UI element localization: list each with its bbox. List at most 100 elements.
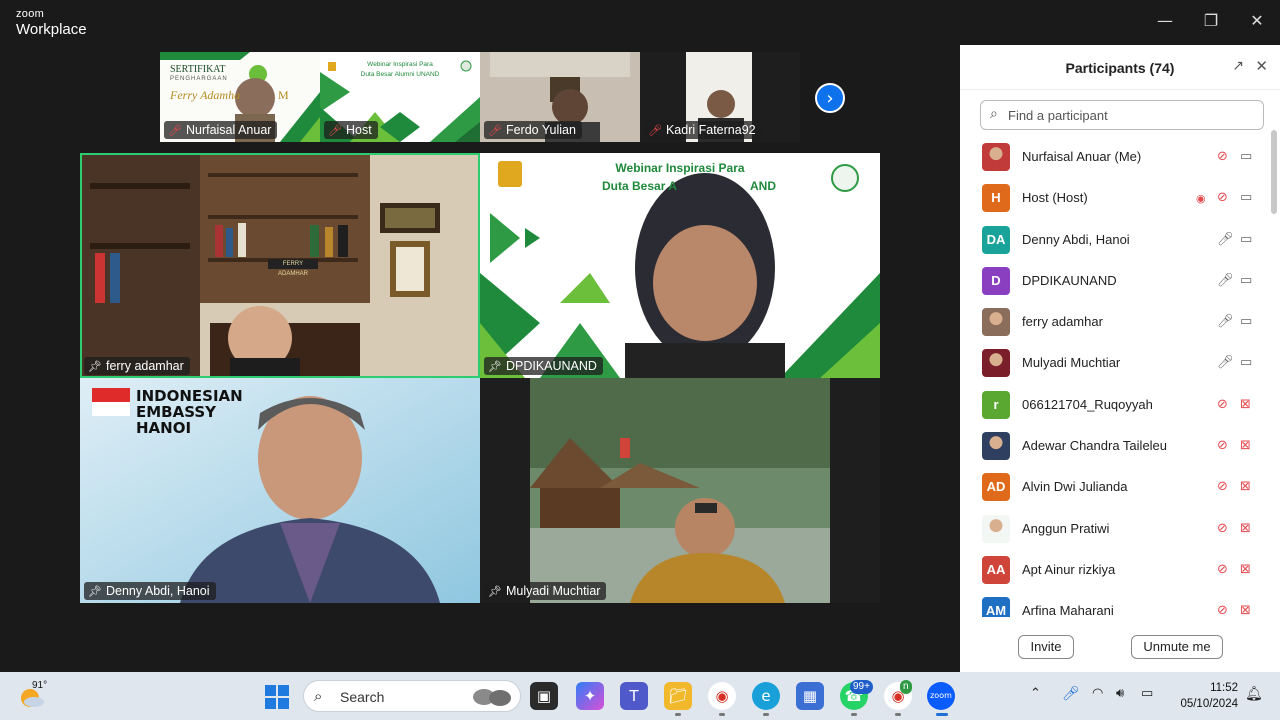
participant-name: ferry adamhar bbox=[1022, 314, 1103, 330]
copilot-icon[interactable]: ✦ bbox=[576, 682, 604, 710]
participant-row[interactable]: r 066121704_Ruqoyyah ⊘ ⊠ bbox=[960, 385, 1270, 426]
participant-row[interactable]: H Host (Host) ◉ ⊘ ▭ bbox=[960, 178, 1270, 219]
notification-bell-icon[interactable]: 🔔︎ bbox=[1245, 686, 1263, 702]
camera-off-icon[interactable]: ⊠ bbox=[1240, 479, 1251, 494]
participant-row[interactable]: Adewar Chandra Taileleu ⊘ ⊠ bbox=[960, 426, 1270, 467]
teams-icon[interactable]: T bbox=[620, 682, 648, 710]
certificate-title: SERTIFIKAT bbox=[170, 64, 226, 75]
participant-name-chip: 🎤︎ Ferdo Yulian bbox=[484, 121, 582, 139]
whatsapp-badge: 99+ bbox=[850, 680, 873, 694]
video-tile-mulyadi[interactable]: 📌︎ Mulyadi Muchtiar bbox=[480, 378, 880, 603]
volume-icon[interactable]: 🔊︎ bbox=[1116, 686, 1124, 701]
banner-title-line-1: Webinar Inspirasi Para bbox=[615, 161, 745, 175]
embassy-logo-text: INDONESIAN EMBASSY HANOI bbox=[136, 388, 243, 436]
participant-list-scrollbar[interactable] bbox=[1271, 130, 1277, 214]
next-page-button[interactable]: › bbox=[815, 83, 845, 113]
participants-panel: Participants (74) ↗ ✕ ⌕ Nurfaisal Anuar … bbox=[960, 45, 1280, 672]
zoom-logo: zoom Workplace bbox=[16, 9, 87, 38]
mic-muted-icon: 🎤︎ bbox=[648, 125, 662, 137]
video-tile-denny[interactable]: INDONESIAN EMBASSY HANOI 📌︎ Denny Abdi, H… bbox=[80, 378, 480, 603]
participant-list: Nurfaisal Anuar (Me) ⊘ ▭ H Host (Host) ◉ ⊘ ▭ DA D… bbox=[960, 137, 1270, 617]
weather-temp: 91° bbox=[32, 680, 48, 691]
mic-icon[interactable]: 🎤︎ bbox=[1217, 273, 1234, 288]
search-icon: ⌕ bbox=[990, 106, 998, 122]
close-icon[interactable]: ✕ bbox=[1255, 57, 1268, 75]
mic-muted-icon[interactable]: ⊘ bbox=[1217, 479, 1228, 494]
search-input[interactable] bbox=[1008, 105, 1258, 125]
task-view-icon[interactable]: ▣ bbox=[530, 682, 558, 710]
participant-name-chip: 🎤︎ Kadri Faterna92 bbox=[644, 121, 762, 139]
system-clock[interactable]: 11:52 05/10/2024 bbox=[1174, 680, 1238, 712]
participant-row[interactable]: Nurfaisal Anuar (Me) ⊘ ▭ bbox=[960, 137, 1270, 178]
participant-row[interactable]: ferry adamhar 🎤︎ ▭ bbox=[960, 302, 1270, 343]
participant-name: Anggun Pratiwi bbox=[1022, 520, 1110, 536]
embassy-line-3: HANOI bbox=[136, 419, 192, 437]
mic-muted-icon[interactable]: ⊘ bbox=[1217, 149, 1228, 164]
participant-avatar: AA bbox=[982, 555, 1010, 584]
camera-off-icon[interactable]: ⊠ bbox=[1240, 397, 1251, 412]
video-tile-dpdikaunand[interactable]: Webinar Inspirasi Para Duta Besar A AND … bbox=[480, 153, 880, 378]
running-indicator bbox=[851, 713, 857, 716]
clock-time: 11:52 bbox=[1210, 682, 1238, 694]
start-button[interactable] bbox=[264, 684, 290, 710]
wifi-icon[interactable]: ◠ bbox=[1092, 686, 1103, 701]
camera-icon[interactable]: ▭ bbox=[1240, 232, 1252, 247]
chrome-icon[interactable]: ◉ bbox=[708, 682, 736, 710]
battery-icon[interactable]: ▭ bbox=[1141, 686, 1153, 701]
close-window-button[interactable]: ✕ bbox=[1242, 8, 1272, 34]
camera-off-icon[interactable]: ⊠ bbox=[1240, 438, 1251, 453]
participant-avatar: DA bbox=[982, 225, 1010, 254]
participant-row[interactable]: AA Apt Ainur rizkiya ⊘ ⊠ bbox=[960, 550, 1270, 591]
zoom-taskbar-icon[interactable]: zoom bbox=[927, 682, 955, 710]
certificate-name: Ferry Adamha bbox=[170, 88, 241, 102]
participant-row[interactable]: Mulyadi Muchtiar 🎤︎ ▭ bbox=[960, 343, 1270, 384]
participant-row[interactable]: Anggun Pratiwi ⊘ ⊠ bbox=[960, 509, 1270, 550]
participant-search[interactable]: ⌕ bbox=[980, 100, 1264, 130]
participant-name-chip: 📌︎ ferry adamhar bbox=[84, 357, 190, 375]
mic-icon[interactable]: 🎤︎ bbox=[1217, 232, 1234, 247]
participant-row[interactable]: DA Denny Abdi, Hanoi 🎤︎ ▭ bbox=[960, 220, 1270, 261]
restore-button[interactable]: ❐ bbox=[1196, 8, 1226, 34]
file-explorer-icon[interactable]: 📁︎ bbox=[664, 682, 692, 710]
mic-icon[interactable]: 🎤︎ bbox=[1217, 355, 1234, 370]
invite-button[interactable]: Invite bbox=[1018, 635, 1074, 659]
mic-muted-icon[interactable]: ⊘ bbox=[1217, 438, 1228, 453]
popout-icon[interactable]: ↗ bbox=[1232, 58, 1244, 74]
camera-off-icon[interactable]: ⊠ bbox=[1240, 562, 1251, 577]
thumbnail-name: Nurfaisal Anuar bbox=[185, 123, 272, 137]
camera-off-icon[interactable]: ⊠ bbox=[1240, 603, 1251, 617]
camera-icon[interactable]: ▭ bbox=[1240, 273, 1252, 288]
thumbnail-name: Kadri Faterna92 bbox=[665, 123, 756, 137]
taskbar-search[interactable]: ⌕ Search bbox=[303, 680, 521, 712]
mic-muted-icon[interactable]: ⊘ bbox=[1217, 521, 1228, 536]
participant-row[interactable]: AD Alvin Dwi Julianda ⊘ ⊠ bbox=[960, 467, 1270, 508]
mic-muted-icon[interactable]: ⊘ bbox=[1217, 397, 1228, 412]
thumbnail-ferdo[interactable]: 🎤︎ Ferdo Yulian bbox=[480, 52, 640, 142]
chevron-up-icon[interactable]: ⌃ bbox=[1030, 686, 1041, 701]
microphone-icon[interactable]: 🎤︎ bbox=[1062, 686, 1080, 702]
windows-logo-icon bbox=[265, 685, 289, 709]
thumbnail-kadri[interactable]: 🎤︎ Kadri Faterna92 bbox=[640, 52, 800, 142]
unmute-me-button[interactable]: Unmute me bbox=[1131, 635, 1223, 659]
camera-off-icon[interactable]: ⊠ bbox=[1240, 521, 1251, 536]
mic-icon[interactable]: 🎤︎ bbox=[1217, 314, 1234, 329]
participant-row[interactable]: AM Arfina Maharani ⊘ ⊠ bbox=[960, 591, 1270, 617]
camera-icon[interactable]: ▭ bbox=[1240, 190, 1252, 205]
video-tile-ferry[interactable]: FERRY ADAMHAR 📌︎ ferry adamhar bbox=[80, 153, 480, 378]
mic-muted-icon: 🎤︎ bbox=[488, 125, 502, 137]
edge-icon[interactable]: e bbox=[752, 682, 780, 710]
camera-icon[interactable]: ▭ bbox=[1240, 355, 1252, 370]
mic-muted-icon[interactable]: ⊘ bbox=[1217, 190, 1228, 205]
participant-row[interactable]: D DPDIKAUNAND 🎤︎ ▭ bbox=[960, 261, 1270, 302]
thumbnail-nurfaisal[interactable]: SERTIFIKAT PENGHARGAAN Ferry Adamha M 🎤︎… bbox=[160, 52, 320, 142]
brand-bottom: Workplace bbox=[16, 21, 87, 38]
minimize-button[interactable]: — bbox=[1150, 8, 1180, 34]
weather-widget[interactable]: 91° bbox=[18, 680, 48, 710]
mic-muted-icon[interactable]: ⊘ bbox=[1217, 603, 1228, 617]
mic-muted-icon[interactable]: ⊘ bbox=[1217, 562, 1228, 577]
store-icon[interactable]: ▦ bbox=[796, 682, 824, 710]
participants-header: Participants (74) ↗ ✕ bbox=[960, 45, 1280, 90]
camera-icon[interactable]: ▭ bbox=[1240, 149, 1252, 164]
thumbnail-host[interactable]: Webinar Inspirasi Para Duta Besar Alumni… bbox=[320, 52, 480, 142]
camera-icon[interactable]: ▭ bbox=[1240, 314, 1252, 329]
